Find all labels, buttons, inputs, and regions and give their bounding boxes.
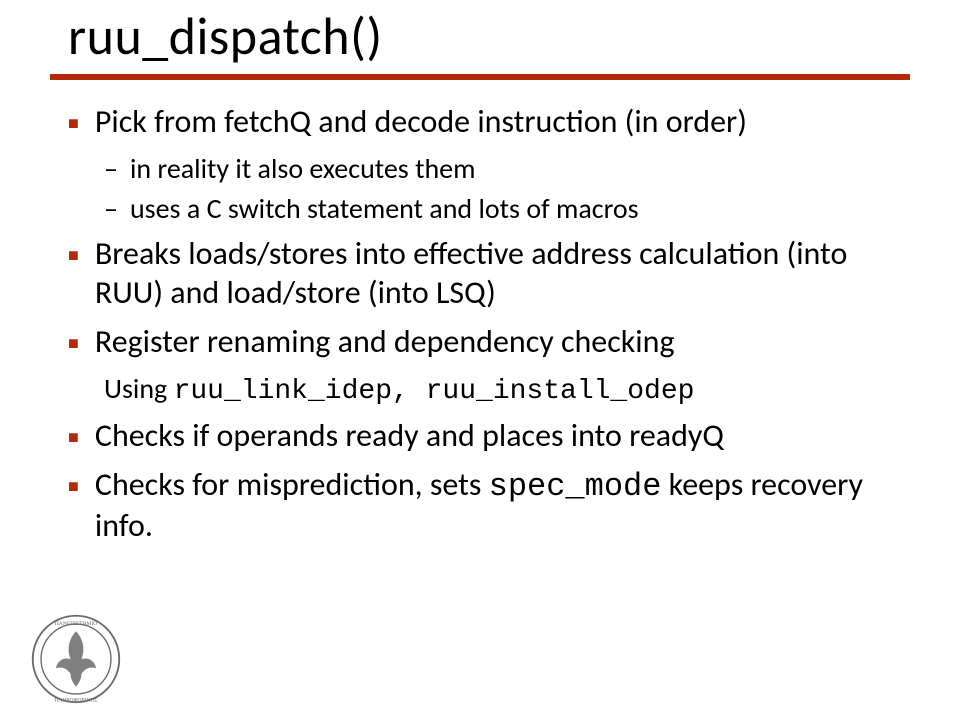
subtext-prefix: Using: [104, 371, 174, 406]
bullet-text: Breaks loads/stores into effective addre…: [95, 234, 910, 312]
bullet-level1: ■ Breaks loads/stores into effective add…: [68, 234, 910, 312]
bullet-level2: – in reality it also executes them: [104, 151, 910, 187]
bullet-text: in reality it also executes them: [130, 151, 910, 187]
bullet-level1: ■ Checks if operands ready and places in…: [68, 416, 910, 455]
svg-text:ΠΛΗΡΟΦΟΡΙΚΗΣ: ΠΛΗΡΟΦΟΡΙΚΗΣ: [54, 697, 97, 703]
bullet-text: Checks if operands ready and places into…: [95, 416, 910, 455]
dash-bullet-icon: –: [104, 191, 118, 227]
bullet-level2: – uses a C switch statement and lots of …: [104, 191, 910, 227]
svg-text:ΠΑΝΕΠΙΣΤΗΜΙΟ: ΠΑΝΕΠΙΣΤΗΜΙΟ: [55, 621, 97, 627]
dash-bullet-icon: –: [104, 151, 118, 187]
square-bullet-icon: ■: [68, 113, 79, 141]
slide-body: ■ Pick from fetchQ and decode instructio…: [0, 80, 960, 545]
bullet-subtext: Using ruu_link_idep, ruu_install_odep: [104, 371, 910, 410]
bullet-text: uses a C switch statement and lots of ma…: [130, 191, 910, 227]
bullet-level1: ■ Register renaming and dependency check…: [68, 322, 910, 361]
square-bullet-icon: ■: [68, 476, 79, 545]
square-bullet-icon: ■: [68, 245, 79, 312]
bullet-text: Register renaming and dependency checkin…: [95, 322, 910, 361]
university-seal-icon: ΠΑΝΕΠΙΣΤΗΜΙΟ ΠΛΗΡΟΦΟΡΙΚΗΣ: [30, 613, 122, 705]
bullet-level1: ■ Pick from fetchQ and decode instructio…: [68, 102, 910, 141]
square-bullet-icon: ■: [68, 333, 79, 361]
bullet-text: Pick from fetchQ and decode instruction …: [95, 102, 910, 141]
bullet-text-pre: Checks for misprediction, sets: [95, 465, 489, 504]
slide-title: ruu_dispatch(): [0, 0, 960, 74]
code-text: ruu_link_idep, ruu_install_odep: [174, 376, 695, 407]
square-bullet-icon: ■: [68, 427, 79, 455]
code-text: spec_mode: [489, 468, 662, 505]
bullet-text: Checks for misprediction, sets spec_mode…: [95, 465, 910, 545]
bullet-level1: ■ Checks for misprediction, sets spec_mo…: [68, 465, 910, 545]
